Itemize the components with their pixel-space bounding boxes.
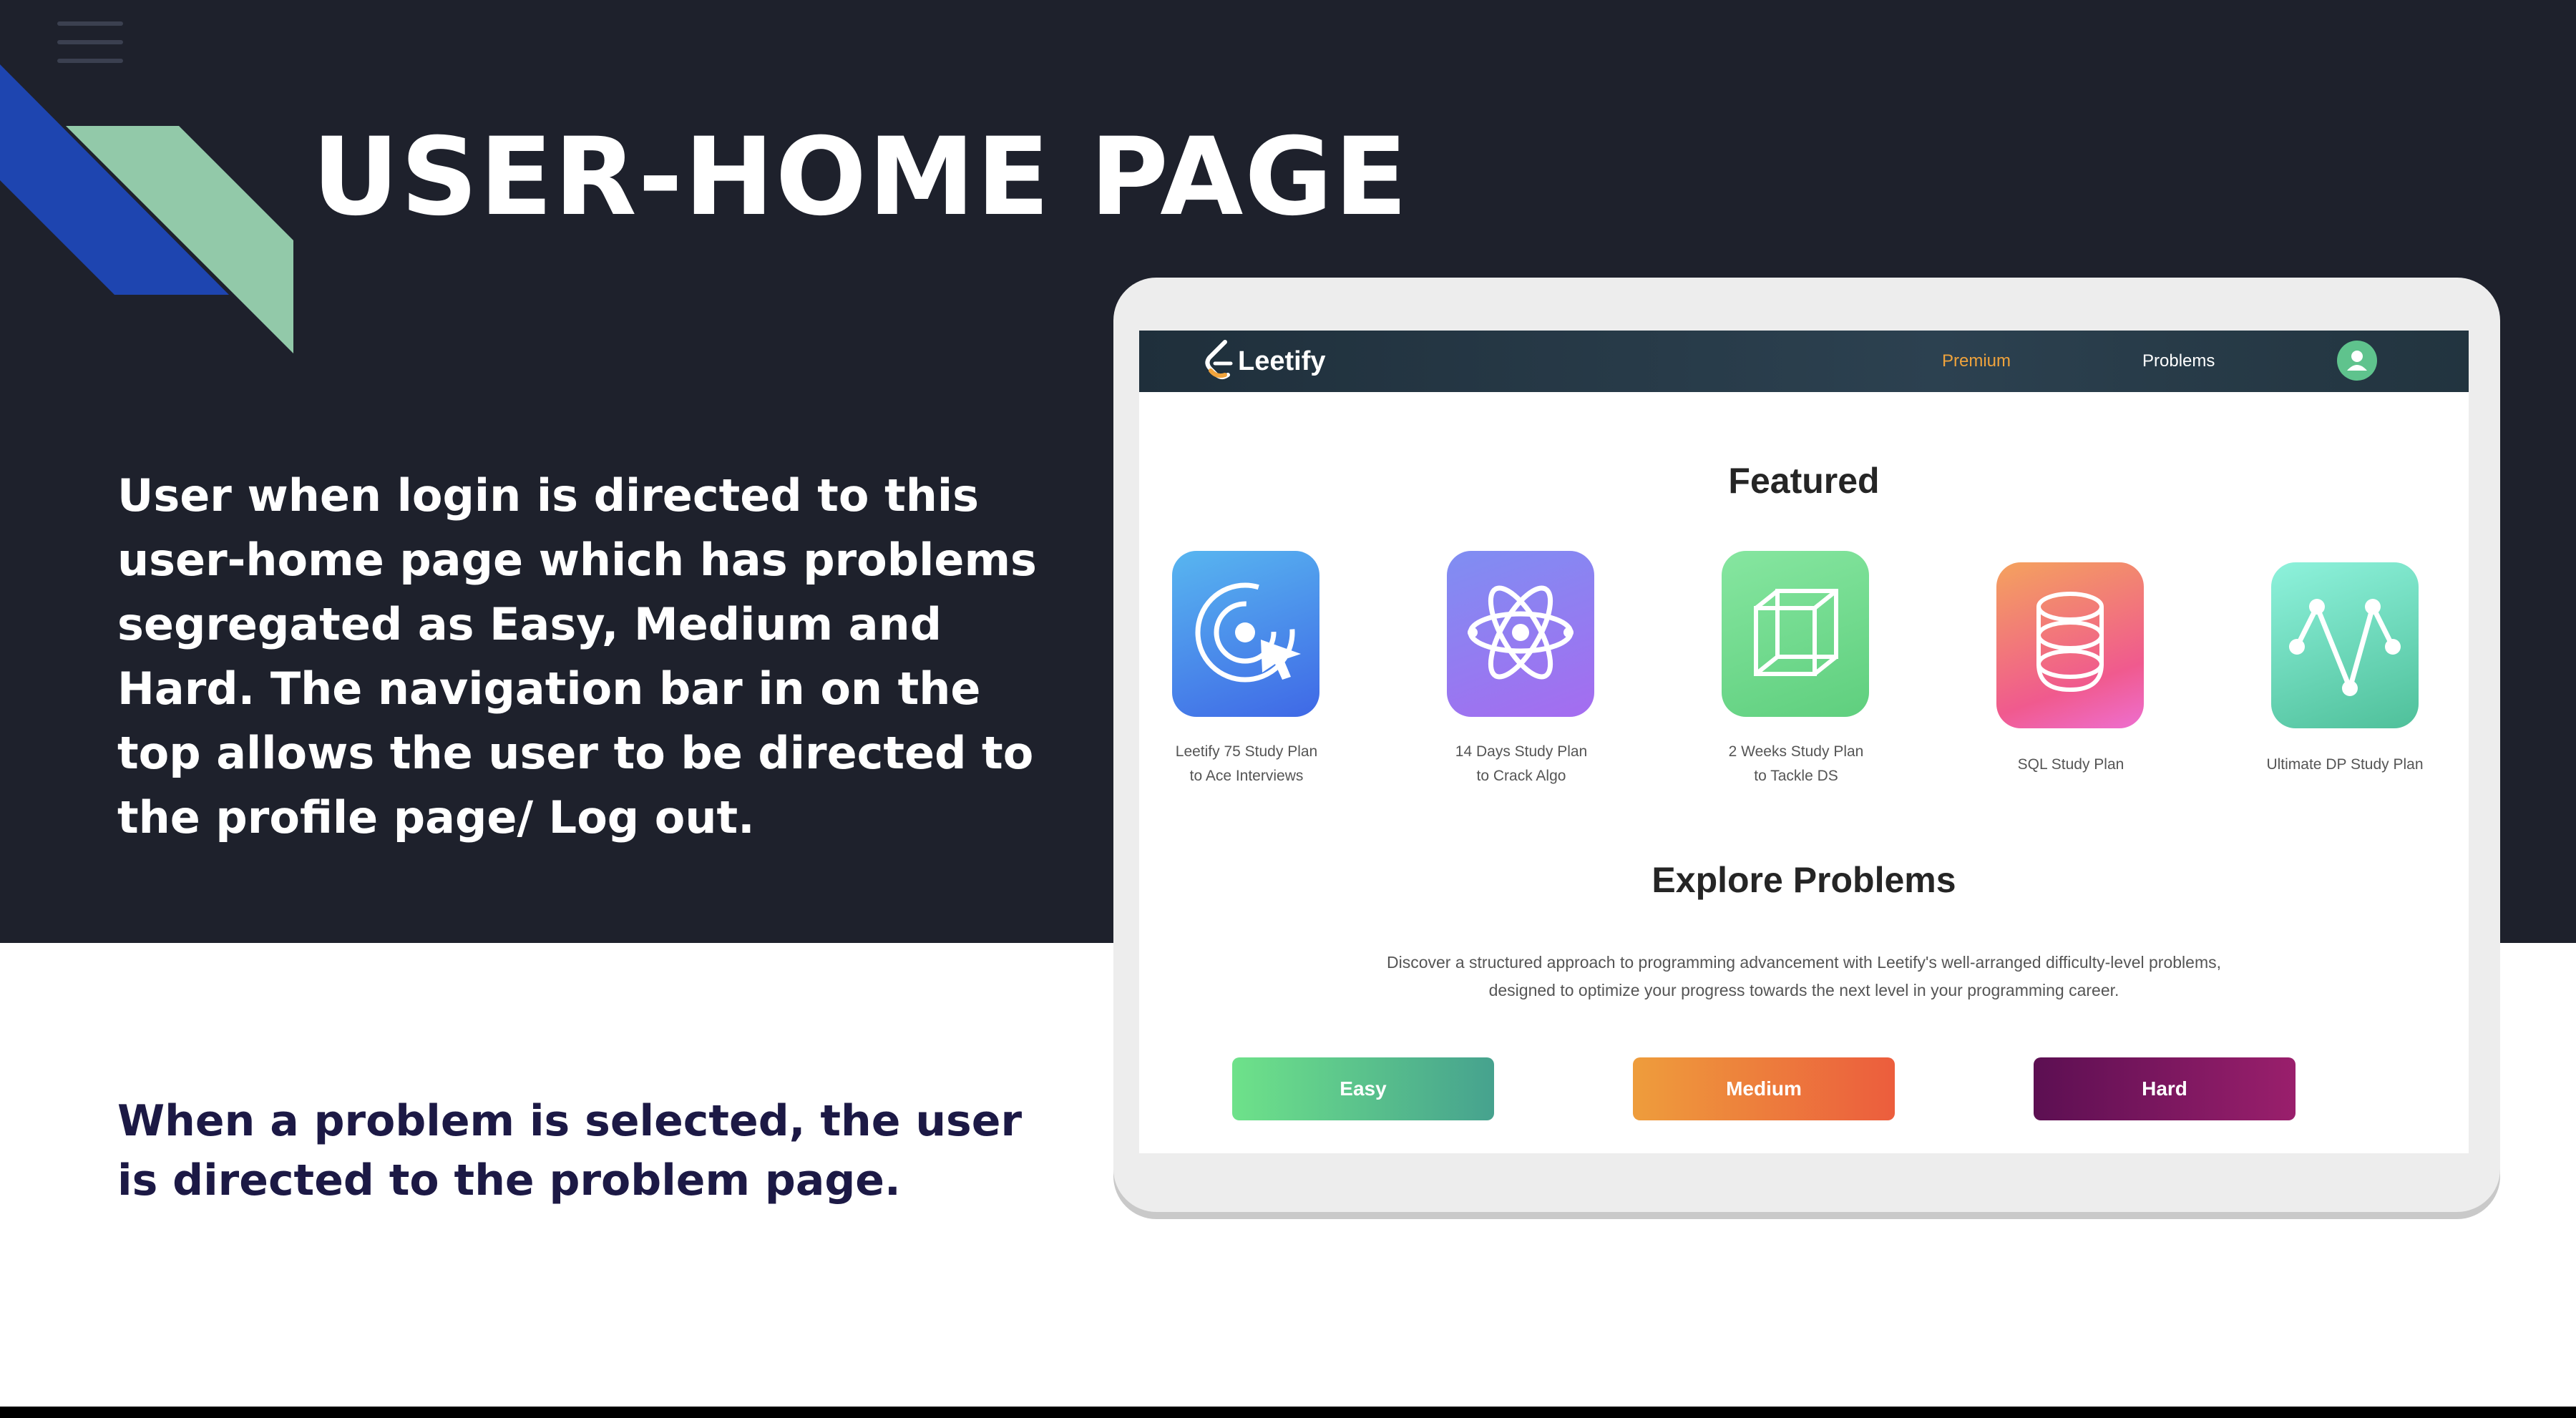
card-label[interactable]: to Crack Algo — [1414, 764, 1629, 788]
slide-description: User when login is directed to this user… — [117, 469, 1037, 844]
app-navbar: Leetify Premium Problems — [1139, 331, 2469, 392]
target-cursor-icon[interactable] — [1172, 551, 1319, 717]
card-label[interactable]: Leetify 75 Study Plan — [1139, 740, 1354, 764]
slide-title: USER-HOME PAGE — [312, 115, 1409, 240]
medium-button[interactable]: Medium — [1633, 1057, 1895, 1120]
featured-heading: Featured — [1728, 461, 1880, 501]
hamburger-menu-icon[interactable] — [57, 20, 123, 66]
leetify-logo-icon[interactable] — [1201, 339, 1236, 382]
database-icon[interactable] — [1996, 562, 2144, 728]
tablet-mockup: Leetify Premium Problems Featured Leetif… — [1113, 278, 2500, 1212]
card-label[interactable]: Ultimate DP Study Plan — [2238, 753, 2452, 777]
explore-heading: Explore Problems — [1652, 860, 1956, 900]
card-label[interactable]: to Tackle DS — [1689, 764, 1903, 788]
app-screen: Leetify Premium Problems Featured Leetif… — [1139, 331, 2469, 1153]
bottom-rule — [0, 1407, 2576, 1418]
slide-note: When a problem is selected, the user is … — [117, 1096, 1023, 1206]
hard-button[interactable]: Hard — [2034, 1057, 2296, 1120]
user-avatar-icon[interactable] — [2337, 341, 2377, 381]
atom-icon[interactable] — [1447, 551, 1594, 717]
card-label[interactable]: to Ace Interviews — [1139, 764, 1354, 788]
explore-description: Discover a structured approach to progra… — [1354, 949, 2254, 1004]
decorative-stripes — [0, 64, 293, 353]
explore-description-line: designed to optimize your progress towar… — [1488, 981, 2119, 999]
nav-problems-link[interactable]: Problems — [2142, 351, 2215, 372]
brand-name[interactable]: Leetify — [1238, 345, 1325, 378]
easy-button[interactable]: Easy — [1232, 1057, 1494, 1120]
card-label[interactable]: 2 Weeks Study Plan — [1689, 740, 1903, 764]
explore-description-line: Discover a structured approach to progra… — [1386, 953, 2221, 972]
cube-icon[interactable] — [1722, 551, 1869, 717]
nav-premium-link[interactable]: Premium — [1942, 351, 2011, 372]
card-label[interactable]: 14 Days Study Plan — [1414, 740, 1629, 764]
graph-path-icon[interactable] — [2271, 562, 2419, 728]
card-label[interactable]: SQL Study Plan — [1963, 753, 2178, 777]
